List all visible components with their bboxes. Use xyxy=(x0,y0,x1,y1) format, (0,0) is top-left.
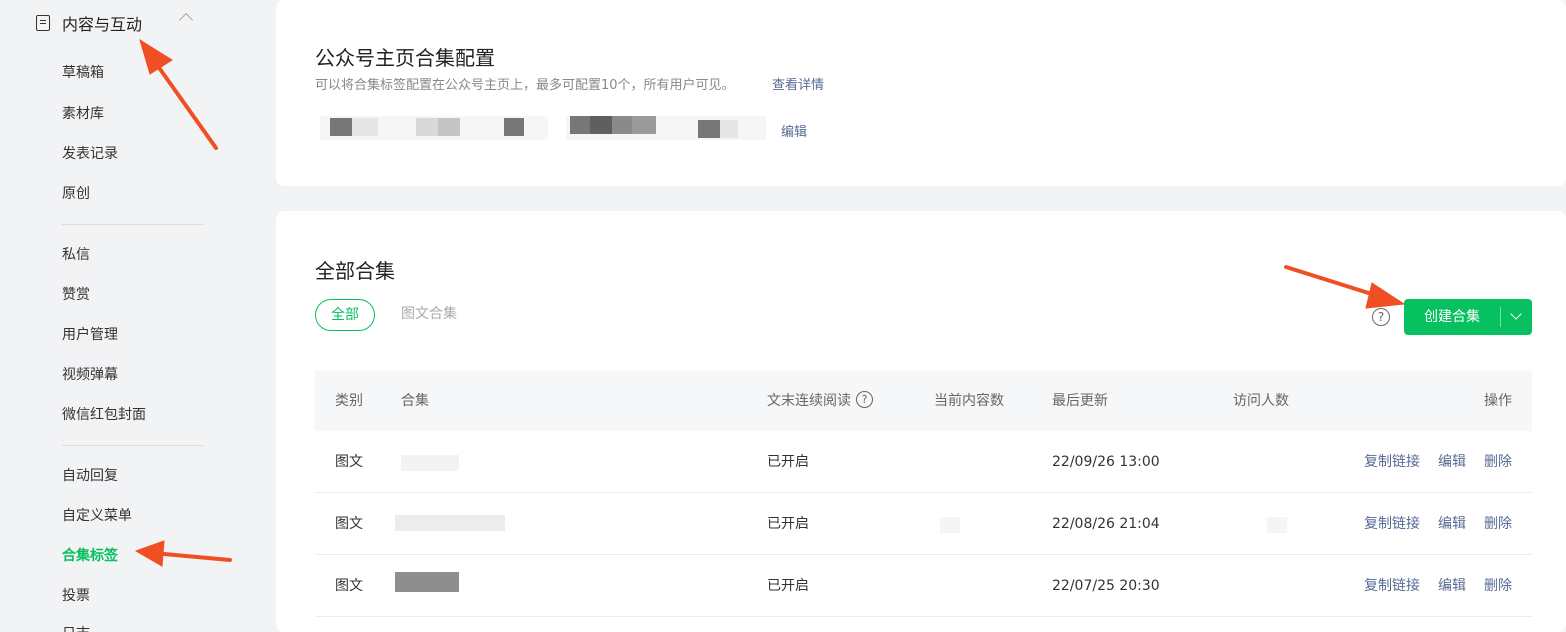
sidebar-item-vote[interactable]: 投票 xyxy=(62,586,90,606)
delete-button[interactable]: 删除 xyxy=(1484,431,1512,493)
col-collection: 合集 xyxy=(401,393,429,409)
chevron-down-icon[interactable] xyxy=(1501,299,1532,335)
redacted-tag-chip xyxy=(566,116,766,140)
homepage-config-title: 公众号主页合集配置 xyxy=(315,46,495,70)
create-collection-button[interactable]: 创建合集 xyxy=(1404,299,1532,335)
col-last-updated: 最后更新 xyxy=(1052,393,1108,409)
redacted-visitors xyxy=(1267,517,1287,533)
tab-image-text-collections[interactable]: 图文合集 xyxy=(394,299,464,331)
row-updated: 22/07/25 20:30 xyxy=(1052,578,1160,594)
row-category: 图文 xyxy=(335,454,363,470)
tab-all[interactable]: 全部 xyxy=(315,299,375,331)
redacted-content-count xyxy=(940,517,960,533)
row-continuous-read: 已开启 xyxy=(767,454,809,470)
copy-link-button[interactable]: 复制链接 xyxy=(1364,431,1420,493)
chevron-up-icon[interactable] xyxy=(178,12,194,28)
table-row: 图文 已开启 22/09/26 13:00 复制链接 编辑 删除 xyxy=(315,431,1532,493)
col-content-count: 当前内容数 xyxy=(934,393,1004,409)
edit-button[interactable]: 编辑 xyxy=(1438,431,1466,493)
col-continuous-read: 文末连续阅读 xyxy=(767,393,851,409)
homepage-config-card: 公众号主页合集配置 可以将合集标签配置在公众号主页上，最多可配置10个，所有用户… xyxy=(276,0,1566,186)
redacted-collection-name xyxy=(395,572,459,592)
col-visitors: 访问人数 xyxy=(1233,393,1289,409)
create-collection-label[interactable]: 创建合集 xyxy=(1404,299,1500,335)
help-icon[interactable]: ? xyxy=(1372,308,1390,326)
nav-divider xyxy=(62,224,203,225)
sidebar-item-user-management[interactable]: 用户管理 xyxy=(62,325,118,345)
delete-button[interactable]: 删除 xyxy=(1484,555,1512,617)
redacted-collection-name xyxy=(401,455,459,471)
sidebar-item-publish-history[interactable]: 发表记录 xyxy=(62,144,118,164)
row-category: 图文 xyxy=(335,516,363,532)
table-row: 图文 已开启 22/07/25 20:30 复制链接 编辑 删除 xyxy=(315,555,1532,617)
table-row: 图文 已开启 22/08/26 21:04 复制链接 编辑 删除 xyxy=(315,493,1532,555)
sidebar-item-messages[interactable]: 私信 xyxy=(62,245,90,265)
sidebar-item-cutoff[interactable]: 日志... xyxy=(62,624,103,632)
row-updated: 22/08/26 21:04 xyxy=(1052,516,1160,532)
sidebar-item-collection-tags[interactable]: 合集标签 xyxy=(62,546,118,566)
edit-button[interactable]: 编辑 xyxy=(1438,493,1466,555)
sidebar: 内容与互动 草稿箱 素材库 发表记录 原创 私信 赞赏 用户管理 视频弹幕 微信… xyxy=(0,0,262,632)
view-details-link[interactable]: 查看详情 xyxy=(772,74,824,93)
row-continuous-read: 已开启 xyxy=(767,516,809,532)
row-updated: 22/09/26 13:00 xyxy=(1052,454,1160,470)
edit-homepage-config-link[interactable]: 编辑 xyxy=(781,121,807,140)
sidebar-item-video-danmaku[interactable]: 视频弹幕 xyxy=(62,365,118,385)
col-actions: 操作 xyxy=(1484,393,1512,409)
redacted-collection-name xyxy=(395,515,505,531)
document-icon xyxy=(36,15,50,31)
table-header: 类别 合集 文末连续阅读 ? 当前内容数 最后更新 访问人数 操作 xyxy=(315,371,1532,431)
redacted-tag-chip xyxy=(320,116,548,140)
row-category: 图文 xyxy=(335,578,363,594)
sidebar-item-appreciation[interactable]: 赞赏 xyxy=(62,285,90,305)
sidebar-item-custom-menu[interactable]: 自定义菜单 xyxy=(62,506,132,526)
sidebar-item-auto-reply[interactable]: 自动回复 xyxy=(62,466,118,486)
homepage-config-description: 可以将合集标签配置在公众号主页上，最多可配置10个，所有用户可见。 xyxy=(315,78,735,93)
help-icon[interactable]: ? xyxy=(856,391,873,408)
col-category: 类别 xyxy=(335,393,363,409)
sidebar-item-red-packet-cover[interactable]: 微信红包封面 xyxy=(62,405,146,425)
sidebar-item-drafts[interactable]: 草稿箱 xyxy=(62,63,104,83)
sidebar-item-materials[interactable]: 素材库 xyxy=(62,104,104,124)
edit-button[interactable]: 编辑 xyxy=(1438,555,1466,617)
copy-link-button[interactable]: 复制链接 xyxy=(1364,493,1420,555)
row-continuous-read: 已开启 xyxy=(767,578,809,594)
nav-group-content-interaction[interactable]: 内容与互动 xyxy=(36,8,206,38)
nav-divider xyxy=(62,445,203,446)
nav-group-title: 内容与互动 xyxy=(62,15,143,34)
all-collections-card: 全部合集 全部 图文合集 ? 创建合集 类别 合集 文末连续阅读 ? 当前内容数… xyxy=(276,211,1566,632)
sidebar-item-original[interactable]: 原创 xyxy=(62,184,90,204)
copy-link-button[interactable]: 复制链接 xyxy=(1364,555,1420,617)
delete-button[interactable]: 删除 xyxy=(1484,493,1512,555)
all-collections-title: 全部合集 xyxy=(315,259,395,283)
